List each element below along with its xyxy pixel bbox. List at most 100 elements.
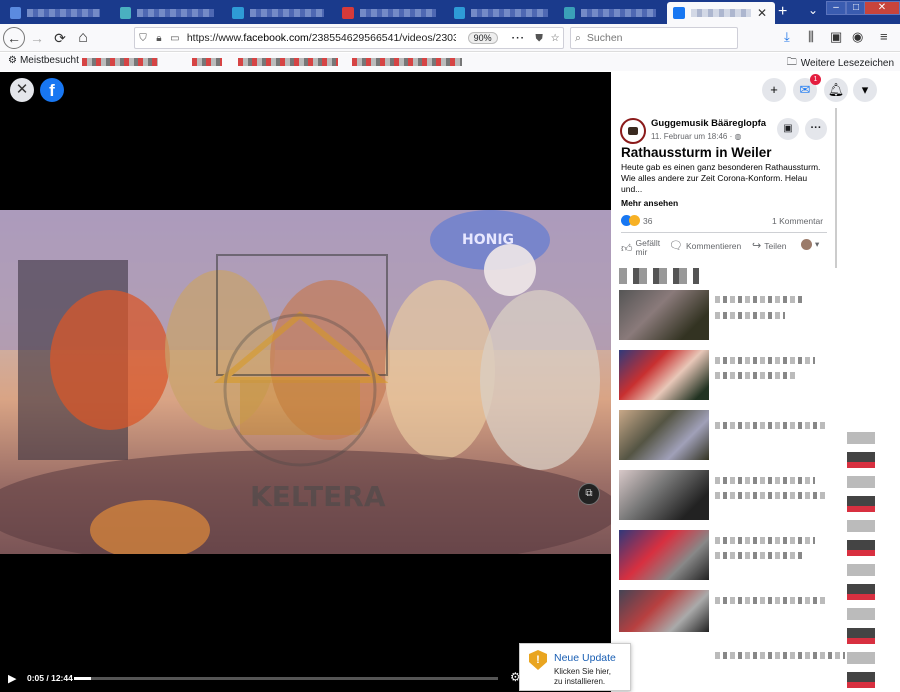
address-bar[interactable]: ⛉ 🔒︎ ▭ https://www.facebook.com/23855462… <box>134 27 564 49</box>
video-progress-bar[interactable] <box>74 677 498 680</box>
bookmark-star-icon[interactable]: ☆ <box>547 33 563 44</box>
list-item <box>715 422 825 429</box>
video-player[interactable]: ✕ f HONIG KELTERA ⧉ ▶ 0:05 / 12:44 ⚙ <box>0 72 611 692</box>
page-actions-icon[interactable]: ··· <box>512 32 526 44</box>
reactions-summary[interactable]: 36 <box>621 215 652 226</box>
back-button[interactable]: ← <box>3 27 25 49</box>
url-text[interactable]: https://www.facebook.com/238554629566541… <box>187 32 456 44</box>
pocket-icon[interactable]: ⛊ <box>531 33 547 44</box>
tab-title <box>249 9 324 17</box>
update-message-line2: zu installieren. <box>554 677 606 686</box>
list-item[interactable] <box>619 410 709 460</box>
facebook-logo-icon[interactable]: f <box>40 78 64 102</box>
tab-title <box>471 9 548 17</box>
video-frame[interactable]: HONIG KELTERA <box>0 210 611 554</box>
browser-tab-active[interactable]: ✕ <box>667 2 775 24</box>
list-item <box>715 357 815 364</box>
zoom-level-badge[interactable]: 90% <box>467 32 498 44</box>
comment-button[interactable]: 🗨︎ Kommentieren <box>669 239 741 252</box>
list-item[interactable] <box>619 290 709 340</box>
more-options-button[interactable]: ··· <box>805 118 827 140</box>
list-item <box>715 477 815 484</box>
bookmark-label: Meistbesucht <box>19 55 79 66</box>
share-button[interactable]: ↪ Teilen <box>752 239 786 252</box>
tab-title <box>27 9 100 17</box>
close-window-button[interactable]: ✕ <box>864 1 900 15</box>
search-icon: ⌕ <box>575 31 581 44</box>
bookmark-item[interactable] <box>82 58 158 66</box>
list-item[interactable] <box>619 350 709 400</box>
forward-button[interactable]: → <box>26 27 48 49</box>
bookmark-item[interactable] <box>192 58 222 66</box>
play-icon[interactable]: ▶ <box>8 672 16 685</box>
bookmark-item[interactable] <box>238 58 338 66</box>
list-item[interactable] <box>619 590 709 632</box>
browser-tab[interactable] <box>4 2 106 24</box>
browser-tab[interactable] <box>226 2 330 24</box>
browser-tab[interactable] <box>448 2 554 24</box>
globe-icon: ◍ <box>734 132 742 141</box>
lock-icon[interactable]: 🔒︎ <box>151 33 167 44</box>
like-button[interactable]: 👍︎ Gefällt mir <box>621 239 666 257</box>
bookmark-most-visited[interactable]: ⚙ Meistbesucht <box>8 55 79 66</box>
post-timestamp[interactable]: 11. Februar um 18:46 · ◍ <box>651 132 741 141</box>
menu-icon[interactable]: ≡ <box>880 29 888 44</box>
update-title: Neue Update <box>554 652 616 664</box>
browser-tab[interactable] <box>558 2 662 24</box>
account-menu-chevron-icon[interactable]: ▾ <box>853 78 877 102</box>
post-body: Heute gab es einen ganz besonderen Ratha… <box>621 162 821 194</box>
tab-title <box>581 9 656 17</box>
create-plus-icon[interactable]: + <box>762 78 786 102</box>
chevron-down-icon: ▾ <box>815 239 820 249</box>
bookmark-item[interactable] <box>352 58 462 66</box>
maximize-button[interactable]: □ <box>846 1 866 15</box>
url-scheme: https://www. <box>186 32 244 44</box>
home-button[interactable]: ⌂ <box>72 27 94 49</box>
save-post-button[interactable]: ▣ <box>777 118 799 140</box>
page-avatar[interactable] <box>620 118 646 144</box>
list-item <box>847 432 875 692</box>
list-item[interactable] <box>619 530 709 580</box>
haha-reaction-icon <box>629 215 640 226</box>
other-bookmarks[interactable]: 🗀 Weitere Lesezeichen <box>787 55 894 72</box>
video-progress-fill <box>74 677 91 680</box>
page-name[interactable]: Guggemusik Bääreglopfa <box>651 118 766 129</box>
list-tabs-icon[interactable]: ⌄ <box>808 3 818 17</box>
url-path: /238554629566541/videos/23034 <box>308 32 456 44</box>
minimize-button[interactable]: – <box>826 1 846 15</box>
like-label: Gefällt mir <box>635 238 661 257</box>
browser-tab[interactable] <box>114 2 220 24</box>
browser-tab[interactable] <box>336 2 442 24</box>
account-icon[interactable]: ◉ <box>852 29 863 45</box>
navigation-toolbar: ← → ⟳ ⌂ ⛉ 🔒︎ ▭ https://www.facebook.com/… <box>0 24 900 52</box>
update-notification[interactable]: ! Neue Update Klicken Sie hier, zu insta… <box>519 643 631 691</box>
see-more-link[interactable]: Mehr ansehen <box>621 198 678 208</box>
watermark-text: KELTERA <box>250 480 386 513</box>
notifications-bell-icon[interactable]: 🔔︎ <box>824 78 848 102</box>
comments-count[interactable]: 1 Kommentar <box>772 216 823 226</box>
search-field[interactable]: ⌕ Suchen <box>570 27 738 49</box>
downloads-icon[interactable]: ⤓ <box>784 29 790 45</box>
tab-favicon-icon <box>120 7 132 19</box>
tab-favicon-icon <box>232 7 244 19</box>
update-message-line1: Klicken Sie hier, <box>554 667 611 676</box>
video-timestamp: 0:05 / 12:44 <box>27 673 73 683</box>
tab-favicon-icon <box>454 7 466 19</box>
shield-icon[interactable]: ⛉ <box>135 33 151 44</box>
new-tab-button[interactable]: + <box>778 3 787 21</box>
close-video-button[interactable]: ✕ <box>10 78 34 102</box>
permissions-icon[interactable]: ▭ <box>167 33 183 44</box>
reaction-profile-selector[interactable]: ▾ <box>801 239 819 250</box>
reload-button[interactable]: ⟳ <box>49 27 71 49</box>
close-tab-icon[interactable]: ✕ <box>757 6 767 20</box>
tab-favicon-icon <box>564 7 576 19</box>
scrollbar[interactable] <box>835 108 837 268</box>
gear-icon: ⚙ <box>8 55 17 66</box>
sidebar-icon[interactable]: ▣ <box>830 29 842 45</box>
list-item <box>715 312 785 319</box>
list-item <box>715 492 825 499</box>
library-icon[interactable]: ⫼ <box>808 29 814 45</box>
picture-in-picture-icon[interactable]: ⧉ <box>578 483 600 505</box>
list-item[interactable] <box>619 470 709 520</box>
share-arrow-icon: ↪ <box>752 240 762 252</box>
